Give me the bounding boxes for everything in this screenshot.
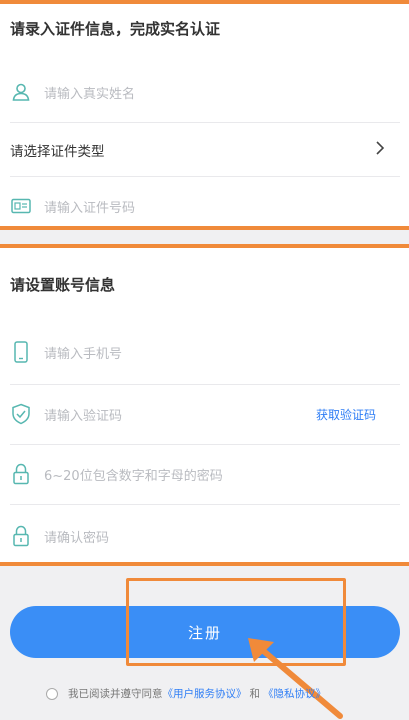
confirm-password-field[interactable]: 请确认密码	[10, 508, 400, 564]
privacy-agreement-link[interactable]: 《隐私协议》	[263, 686, 326, 701]
phone-icon	[10, 341, 32, 363]
password-field[interactable]: 6~20位包含数字和字母的密码	[10, 446, 400, 502]
shield-check-icon	[10, 403, 32, 425]
agreement-radio[interactable]	[46, 687, 58, 700]
password-placeholder: 6~20位包含数字和字母的密码	[44, 468, 223, 484]
account-card: 请设置账号信息 请输入手机号 请输入验证码 获取验证码 6~20位包含数字和字母…	[0, 248, 409, 566]
annotation-separator	[0, 226, 409, 230]
agreement-prefix: 我已阅读并遵守同意	[68, 688, 163, 700]
code-placeholder: 请输入验证码	[44, 408, 123, 424]
annotation-arrow-icon	[248, 638, 343, 719]
account-section-title: 请设置账号信息	[10, 276, 116, 294]
phone-field[interactable]: 请输入手机号	[10, 324, 400, 380]
name-field[interactable]: 请输入真实姓名	[10, 64, 400, 120]
lock-icon	[10, 463, 32, 485]
register-button-label: 注册	[187, 623, 222, 642]
divider	[10, 444, 400, 445]
user-agreement-link[interactable]: 《用户服务协议》	[163, 686, 247, 701]
id-type-label: 请选择证件类型	[10, 144, 105, 160]
id-number-placeholder: 请输入证件号码	[44, 200, 136, 216]
verification-code-field[interactable]: 请输入验证码 获取验证码	[10, 386, 400, 442]
identity-section-title: 请录入证件信息，完成实名认证	[10, 20, 221, 38]
id-type-select[interactable]: 请选择证件类型	[10, 122, 400, 178]
identity-card: 请录入证件信息，完成实名认证 请输入真实姓名 请选择证件类型 请输入证件号码	[0, 4, 409, 226]
confirm-password-placeholder: 请确认密码	[44, 530, 110, 546]
lock-icon	[10, 525, 32, 547]
get-code-button[interactable]: 获取验证码	[316, 406, 376, 423]
phone-placeholder: 请输入手机号	[44, 346, 123, 362]
agreement-and: 和	[249, 688, 261, 700]
divider	[10, 176, 400, 177]
person-icon	[10, 81, 32, 103]
agreement-row: 我已阅读并遵守同意 《用户服务协议》 和 《隐私协议》	[46, 686, 326, 701]
name-placeholder: 请输入真实姓名	[44, 86, 136, 102]
annotation-separator	[0, 562, 409, 566]
chevron-right-icon	[374, 140, 386, 160]
id-card-icon	[10, 195, 32, 217]
divider	[10, 384, 400, 385]
divider	[10, 504, 400, 505]
